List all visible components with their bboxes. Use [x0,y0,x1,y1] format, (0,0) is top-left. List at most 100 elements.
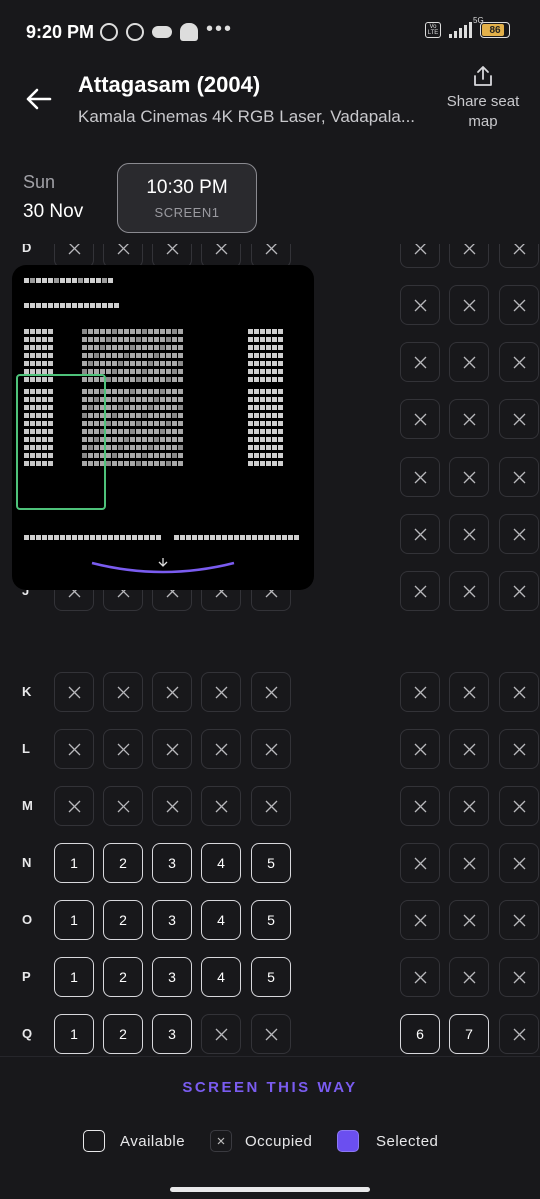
minimap-seat [172,329,177,334]
seat-occupied[interactable] [103,729,143,769]
share-seat-map-button[interactable]: Share seat map [440,64,526,132]
seat-available[interactable]: 4 [201,843,241,883]
minimap-seat [178,329,183,334]
seat-available[interactable]: 2 [103,957,143,997]
x-icon [463,971,475,983]
seat-occupied[interactable] [201,672,241,712]
seat-occupied[interactable] [499,244,539,268]
seat-occupied[interactable] [201,786,241,826]
seat-occupied[interactable] [449,399,489,439]
seat-occupied[interactable] [449,672,489,712]
seat-available[interactable]: 2 [103,1014,143,1054]
seat-occupied[interactable] [400,957,440,997]
seat-occupied[interactable] [499,843,539,883]
seat-available[interactable]: 1 [54,957,94,997]
seat-available[interactable]: 3 [152,843,192,883]
seat-occupied[interactable] [499,672,539,712]
minimap-seat [166,421,171,426]
seat-occupied[interactable] [400,457,440,497]
seat-occupied[interactable] [499,342,539,382]
seat-occupied[interactable] [201,1014,241,1054]
seat-occupied[interactable] [449,457,489,497]
seat-occupied[interactable] [152,729,192,769]
seat-occupied[interactable] [449,514,489,554]
seat-available[interactable]: 4 [201,957,241,997]
seat-available[interactable]: 2 [103,900,143,940]
seat-occupied[interactable] [449,843,489,883]
seat-occupied[interactable] [152,672,192,712]
seat-occupied[interactable] [251,672,291,712]
minimap-seat [154,389,159,394]
minimap-seat [272,445,277,450]
seat-available[interactable]: 5 [251,957,291,997]
seat-occupied[interactable] [449,342,489,382]
seat-occupied[interactable] [499,399,539,439]
seat-occupied[interactable] [400,342,440,382]
seat-occupied[interactable] [499,900,539,940]
seat-occupied[interactable] [251,786,291,826]
seat-occupied[interactable] [499,957,539,997]
seat-occupied[interactable] [54,729,94,769]
seat-occupied[interactable] [499,786,539,826]
show-date[interactable]: 30 Nov [23,201,83,223]
minimap-seat [172,461,177,466]
minimap-seat [60,535,65,540]
seat-occupied[interactable] [449,957,489,997]
seat-available[interactable]: 3 [152,1014,192,1054]
seat-occupied[interactable] [499,285,539,325]
seat-occupied[interactable] [400,729,440,769]
seat-occupied[interactable] [499,571,539,611]
seat-available[interactable]: 3 [152,957,192,997]
seat-minimap[interactable] [12,265,314,590]
back-button[interactable] [24,84,54,114]
minimap-seat [266,353,271,358]
seat-occupied[interactable] [54,786,94,826]
minimap-seat [160,369,165,374]
seat-occupied[interactable] [449,571,489,611]
seat-occupied[interactable] [499,457,539,497]
seat-available[interactable]: 2 [103,843,143,883]
seat-occupied[interactable] [103,786,143,826]
minimap-seat [160,429,165,434]
minimap-seat [278,389,283,394]
seat-available[interactable]: 5 [251,900,291,940]
seat-occupied[interactable] [400,672,440,712]
seat-available[interactable]: 7 [449,1014,489,1054]
seat-occupied[interactable] [449,729,489,769]
seat-occupied[interactable] [400,514,440,554]
seat-occupied[interactable] [400,285,440,325]
seat-occupied[interactable] [449,786,489,826]
seat-available[interactable]: 6 [400,1014,440,1054]
seat-available[interactable]: 5 [251,843,291,883]
seat-available[interactable]: 1 [54,843,94,883]
seat-occupied[interactable] [152,786,192,826]
seat-occupied[interactable] [251,1014,291,1054]
minimap-seat [258,535,263,540]
minimap-seat [136,345,141,350]
seat-occupied[interactable] [499,729,539,769]
minimap-seat [106,345,111,350]
seat-occupied[interactable] [201,729,241,769]
seat-occupied[interactable] [449,244,489,268]
seat-available[interactable]: 1 [54,1014,94,1054]
seat-occupied[interactable] [499,1014,539,1054]
minimap-viewport[interactable] [16,374,106,510]
seat-occupied[interactable] [54,672,94,712]
seat-available[interactable]: 4 [201,900,241,940]
seat-occupied[interactable] [400,786,440,826]
seat-available[interactable]: 1 [54,900,94,940]
minimap-seat [160,413,165,418]
seat-occupied[interactable] [400,900,440,940]
seat-occupied[interactable] [400,571,440,611]
seat-occupied[interactable] [499,514,539,554]
seat-occupied[interactable] [400,399,440,439]
seat-occupied[interactable] [449,285,489,325]
showtime-selector[interactable]: 10:30 PM SCREEN1 [117,163,257,233]
seat-available[interactable]: 3 [152,900,192,940]
seat-occupied[interactable] [449,900,489,940]
seat-occupied[interactable] [400,244,440,268]
seat-occupied[interactable] [103,672,143,712]
seat-occupied[interactable] [251,729,291,769]
seat-occupied[interactable] [400,843,440,883]
minimap-seat [126,535,131,540]
